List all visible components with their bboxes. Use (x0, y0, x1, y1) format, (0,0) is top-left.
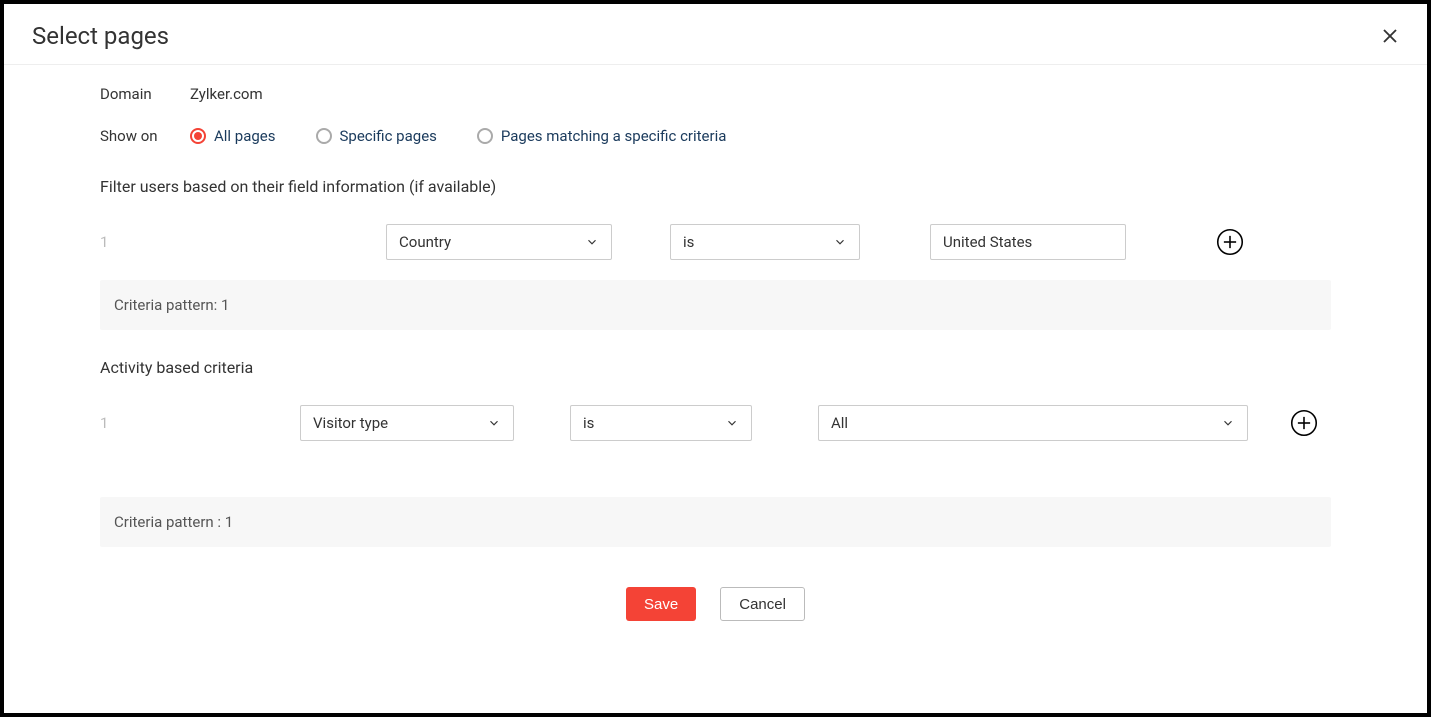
radio-criteria-pages[interactable]: Pages matching a specific criteria (477, 127, 727, 145)
radio-icon (477, 128, 493, 144)
chevron-down-icon (725, 416, 739, 430)
row-number: 1 (100, 233, 120, 251)
value-input[interactable]: United States (930, 224, 1126, 260)
filter-heading: Filter users based on their field inform… (100, 177, 1331, 196)
radio-label: Specific pages (340, 127, 437, 145)
radio-icon (316, 128, 332, 144)
radio-all-pages[interactable]: All pages (190, 127, 276, 145)
chevron-down-icon (585, 235, 599, 249)
domain-row: Domain Zylker.com (100, 85, 1331, 103)
input-value: United States (943, 233, 1032, 251)
activity-criteria-row: 1 Visitor type is All (100, 405, 1331, 441)
activity-field-select[interactable]: Visitor type (300, 405, 514, 441)
show-on-row: Show on All pages Specific pages Pages m… (100, 127, 1331, 145)
modal-footer: Save Cancel (100, 587, 1331, 621)
radio-label: All pages (214, 127, 276, 145)
select-value: Visitor type (313, 414, 388, 432)
modal-content: Domain Zylker.com Show on All pages Spec… (4, 65, 1427, 621)
domain-label: Domain (100, 85, 190, 103)
row-number: 1 (100, 414, 120, 432)
chevron-down-icon (487, 416, 501, 430)
radio-label: Pages matching a specific criteria (501, 127, 727, 145)
show-on-radio-group: All pages Specific pages Pages matching … (190, 127, 726, 145)
domain-value: Zylker.com (190, 85, 263, 103)
add-filter-button[interactable] (1216, 228, 1244, 256)
filter-criteria-row: 1 Country is United States (100, 224, 1331, 260)
select-value: is (583, 414, 594, 432)
modal-header: Select pages (4, 4, 1427, 65)
activity-value-select[interactable]: All (818, 405, 1248, 441)
radio-icon (190, 128, 206, 144)
activity-operator-select[interactable]: is (570, 405, 752, 441)
show-on-label: Show on (100, 127, 190, 145)
operator-select[interactable]: is (670, 224, 860, 260)
radio-specific-pages[interactable]: Specific pages (316, 127, 437, 145)
close-icon[interactable] (1381, 27, 1399, 45)
select-value: All (831, 414, 848, 432)
add-activity-button[interactable] (1290, 409, 1318, 437)
save-button[interactable]: Save (626, 587, 696, 621)
chevron-down-icon (833, 235, 847, 249)
select-value: is (683, 233, 694, 251)
activity-heading: Activity based criteria (100, 358, 1331, 377)
field-select[interactable]: Country (386, 224, 612, 260)
filter-pattern-bar: Criteria pattern: 1 (100, 280, 1331, 330)
chevron-down-icon (1221, 416, 1235, 430)
modal-title: Select pages (32, 22, 169, 50)
activity-pattern-bar: Criteria pattern : 1 (100, 497, 1331, 547)
select-value: Country (399, 233, 451, 251)
cancel-button[interactable]: Cancel (720, 587, 805, 621)
